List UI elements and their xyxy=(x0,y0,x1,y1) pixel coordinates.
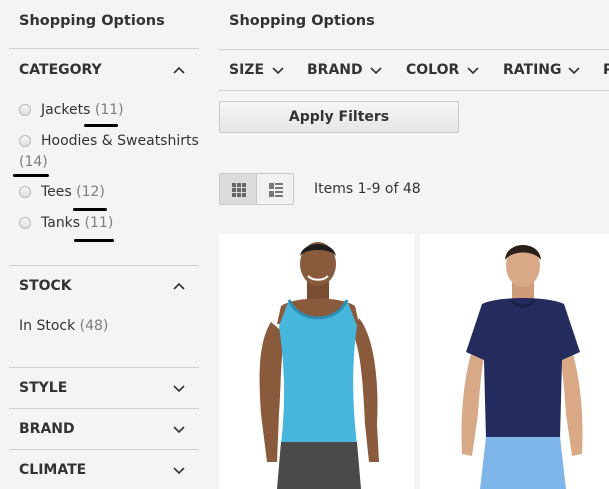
sidebar-filters: Shopping Options CATEGORY Jackets (11) H… xyxy=(0,0,209,489)
radio-category-tanks[interactable] xyxy=(19,217,31,229)
chevron-down-icon[interactable] xyxy=(369,64,383,78)
option-count: (14) xyxy=(19,154,48,170)
option-label: In Stock xyxy=(19,318,76,334)
divider xyxy=(9,408,199,409)
toolbar-amount: Items 1-9 of 48 xyxy=(314,181,421,197)
chevron-down-icon[interactable] xyxy=(567,64,581,78)
underline-annotation xyxy=(73,208,107,211)
filter-heading-stock[interactable]: STOCK xyxy=(19,278,72,294)
filter-bar: SIZE BRAND COLOR RATING P xyxy=(219,49,609,91)
option-label: Tanks xyxy=(41,215,81,231)
radio-category-hoodies[interactable] xyxy=(19,135,31,147)
chevron-down-icon[interactable] xyxy=(172,382,186,396)
filter-color[interactable]: COLOR xyxy=(406,62,459,78)
category-option-jackets[interactable]: Jackets (11) xyxy=(41,102,124,118)
divider xyxy=(9,265,199,266)
chevron-up-icon[interactable] xyxy=(172,279,186,293)
option-label: Jackets xyxy=(41,102,91,118)
option-count: (48) xyxy=(79,318,109,334)
option-count: (12) xyxy=(76,184,105,200)
filter-price[interactable]: P xyxy=(603,62,609,78)
radio-category-jackets[interactable] xyxy=(19,104,31,116)
filter-rating[interactable]: RATING xyxy=(503,62,562,78)
underline-annotation xyxy=(84,124,118,127)
filter-heading-brand[interactable]: BRAND xyxy=(19,421,75,437)
option-count: (11) xyxy=(94,102,124,118)
list-view-button[interactable] xyxy=(256,173,294,205)
underline-annotation xyxy=(13,174,49,177)
product-image-tank[interactable] xyxy=(219,234,414,489)
option-label: Hoodies & Sweatshirts xyxy=(41,133,199,149)
filter-brand[interactable]: BRAND xyxy=(307,62,363,78)
filter-heading-climate[interactable]: CLIMATE xyxy=(19,462,86,478)
grid-view-button[interactable] xyxy=(219,173,257,205)
apply-filters-button[interactable]: Apply Filters xyxy=(219,101,459,133)
filter-heading-category[interactable]: CATEGORY xyxy=(19,62,102,78)
chevron-up-icon[interactable] xyxy=(172,63,186,77)
category-option-hoodies[interactable]: Hoodies & Sweatshirts xyxy=(41,133,199,149)
filter-size[interactable]: SIZE xyxy=(229,62,264,78)
stock-option-in-stock[interactable]: In Stock (48) xyxy=(19,318,108,334)
sidebar-title: Shopping Options xyxy=(19,13,165,29)
grid-view-icon xyxy=(232,183,246,197)
chevron-down-icon[interactable] xyxy=(172,464,186,478)
product-card[interactable] xyxy=(420,234,609,489)
chevron-down-icon[interactable] xyxy=(271,64,285,78)
product-card[interactable] xyxy=(219,234,414,489)
divider xyxy=(9,449,199,450)
product-image-tee[interactable] xyxy=(420,234,609,489)
main-title: Shopping Options xyxy=(229,13,375,29)
radio-category-tees[interactable] xyxy=(19,186,31,198)
category-option-tanks[interactable]: Tanks (11) xyxy=(41,215,113,231)
category-option-tees[interactable]: Tees (12) xyxy=(41,184,105,200)
divider xyxy=(9,48,199,49)
underline-annotation xyxy=(74,239,114,242)
option-label: Tees xyxy=(41,184,72,200)
chevron-down-icon[interactable] xyxy=(172,423,186,437)
filter-heading-style[interactable]: STYLE xyxy=(19,380,67,396)
list-view-icon xyxy=(269,183,283,197)
divider xyxy=(9,367,199,368)
category-option-hoodies-count: (14) xyxy=(19,154,48,170)
chevron-down-icon[interactable] xyxy=(466,64,480,78)
option-count: (11) xyxy=(84,215,114,231)
